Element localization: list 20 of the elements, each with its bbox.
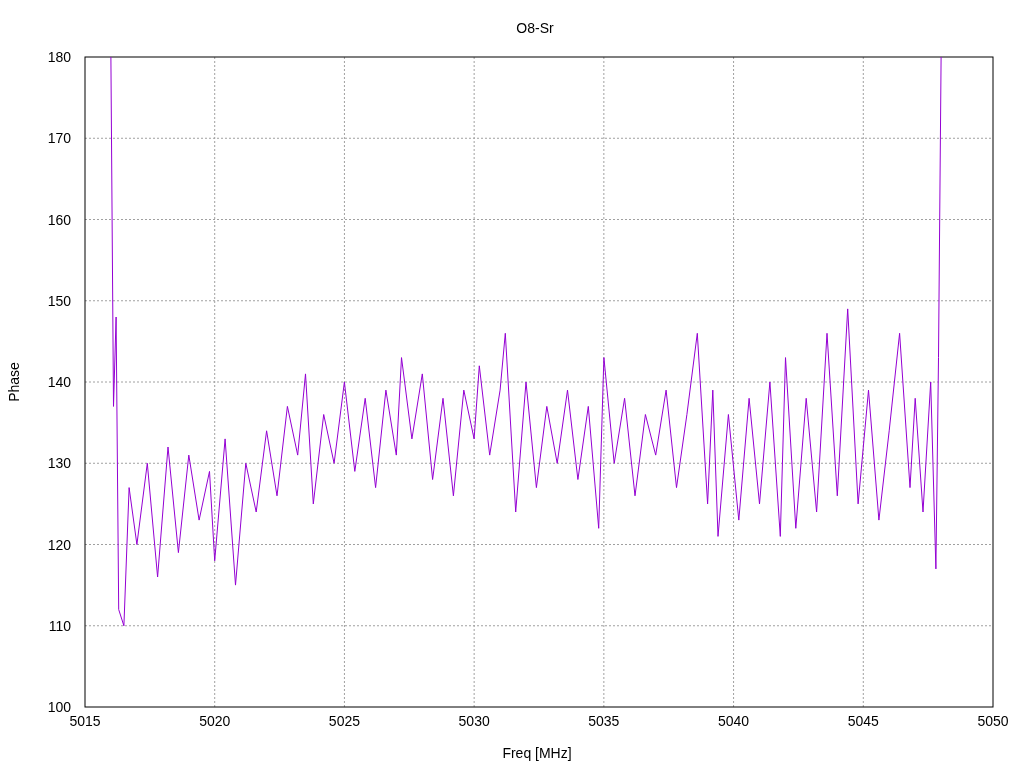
tick-label: 150: [47, 292, 71, 309]
tick-label: 120: [47, 536, 71, 553]
tick-label: 5030: [458, 713, 490, 729]
tick-label: 180: [47, 49, 71, 65]
tick-label: 5035: [588, 713, 620, 729]
tick-label: 130: [47, 455, 71, 472]
x-axis-label: Freq [MHz]: [502, 745, 572, 761]
tick-label: 5015: [69, 713, 101, 729]
tick-label: 5020: [199, 713, 231, 729]
tick-label: 160: [47, 211, 71, 228]
tick-label: 5040: [718, 713, 750, 729]
tick-label: 5050: [977, 713, 1009, 729]
tick-label: 170: [47, 130, 71, 147]
tick-label: 5025: [328, 713, 360, 729]
tick-label: 100: [47, 699, 71, 715]
chart-title: O8-Sr: [516, 20, 554, 36]
y-axis-label: Phase: [6, 362, 22, 402]
tick-label: 5045: [847, 713, 879, 729]
tick-label: 110: [48, 617, 71, 634]
tick-label: 140: [47, 374, 71, 390]
